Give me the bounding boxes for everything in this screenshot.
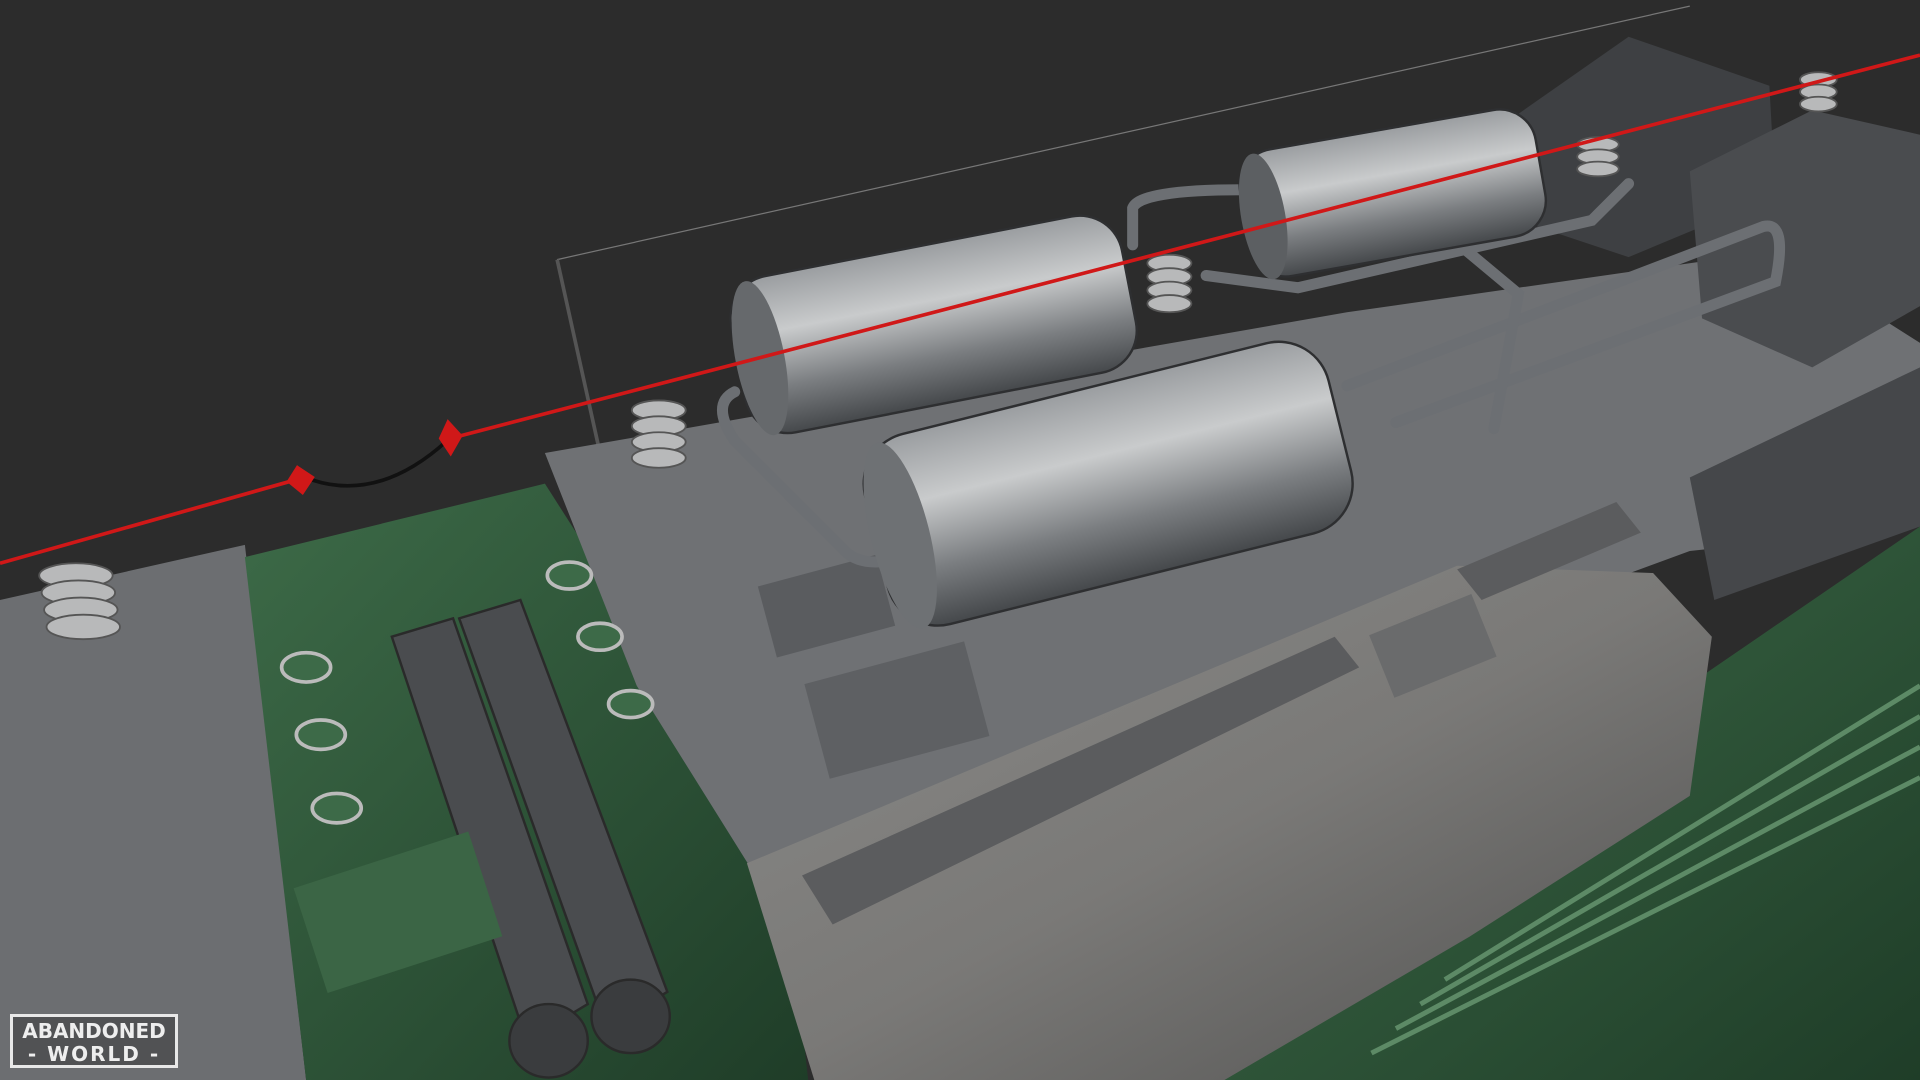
logo-line-2: WORLD bbox=[13, 1044, 175, 1064]
antenna-mast bbox=[555, 259, 602, 454]
logo-line-1: ABANDONED bbox=[22, 1019, 166, 1043]
abandoned-world-logo: ABANDONED WORLD bbox=[10, 1014, 178, 1068]
train-roof-render bbox=[0, 5, 1920, 1080]
